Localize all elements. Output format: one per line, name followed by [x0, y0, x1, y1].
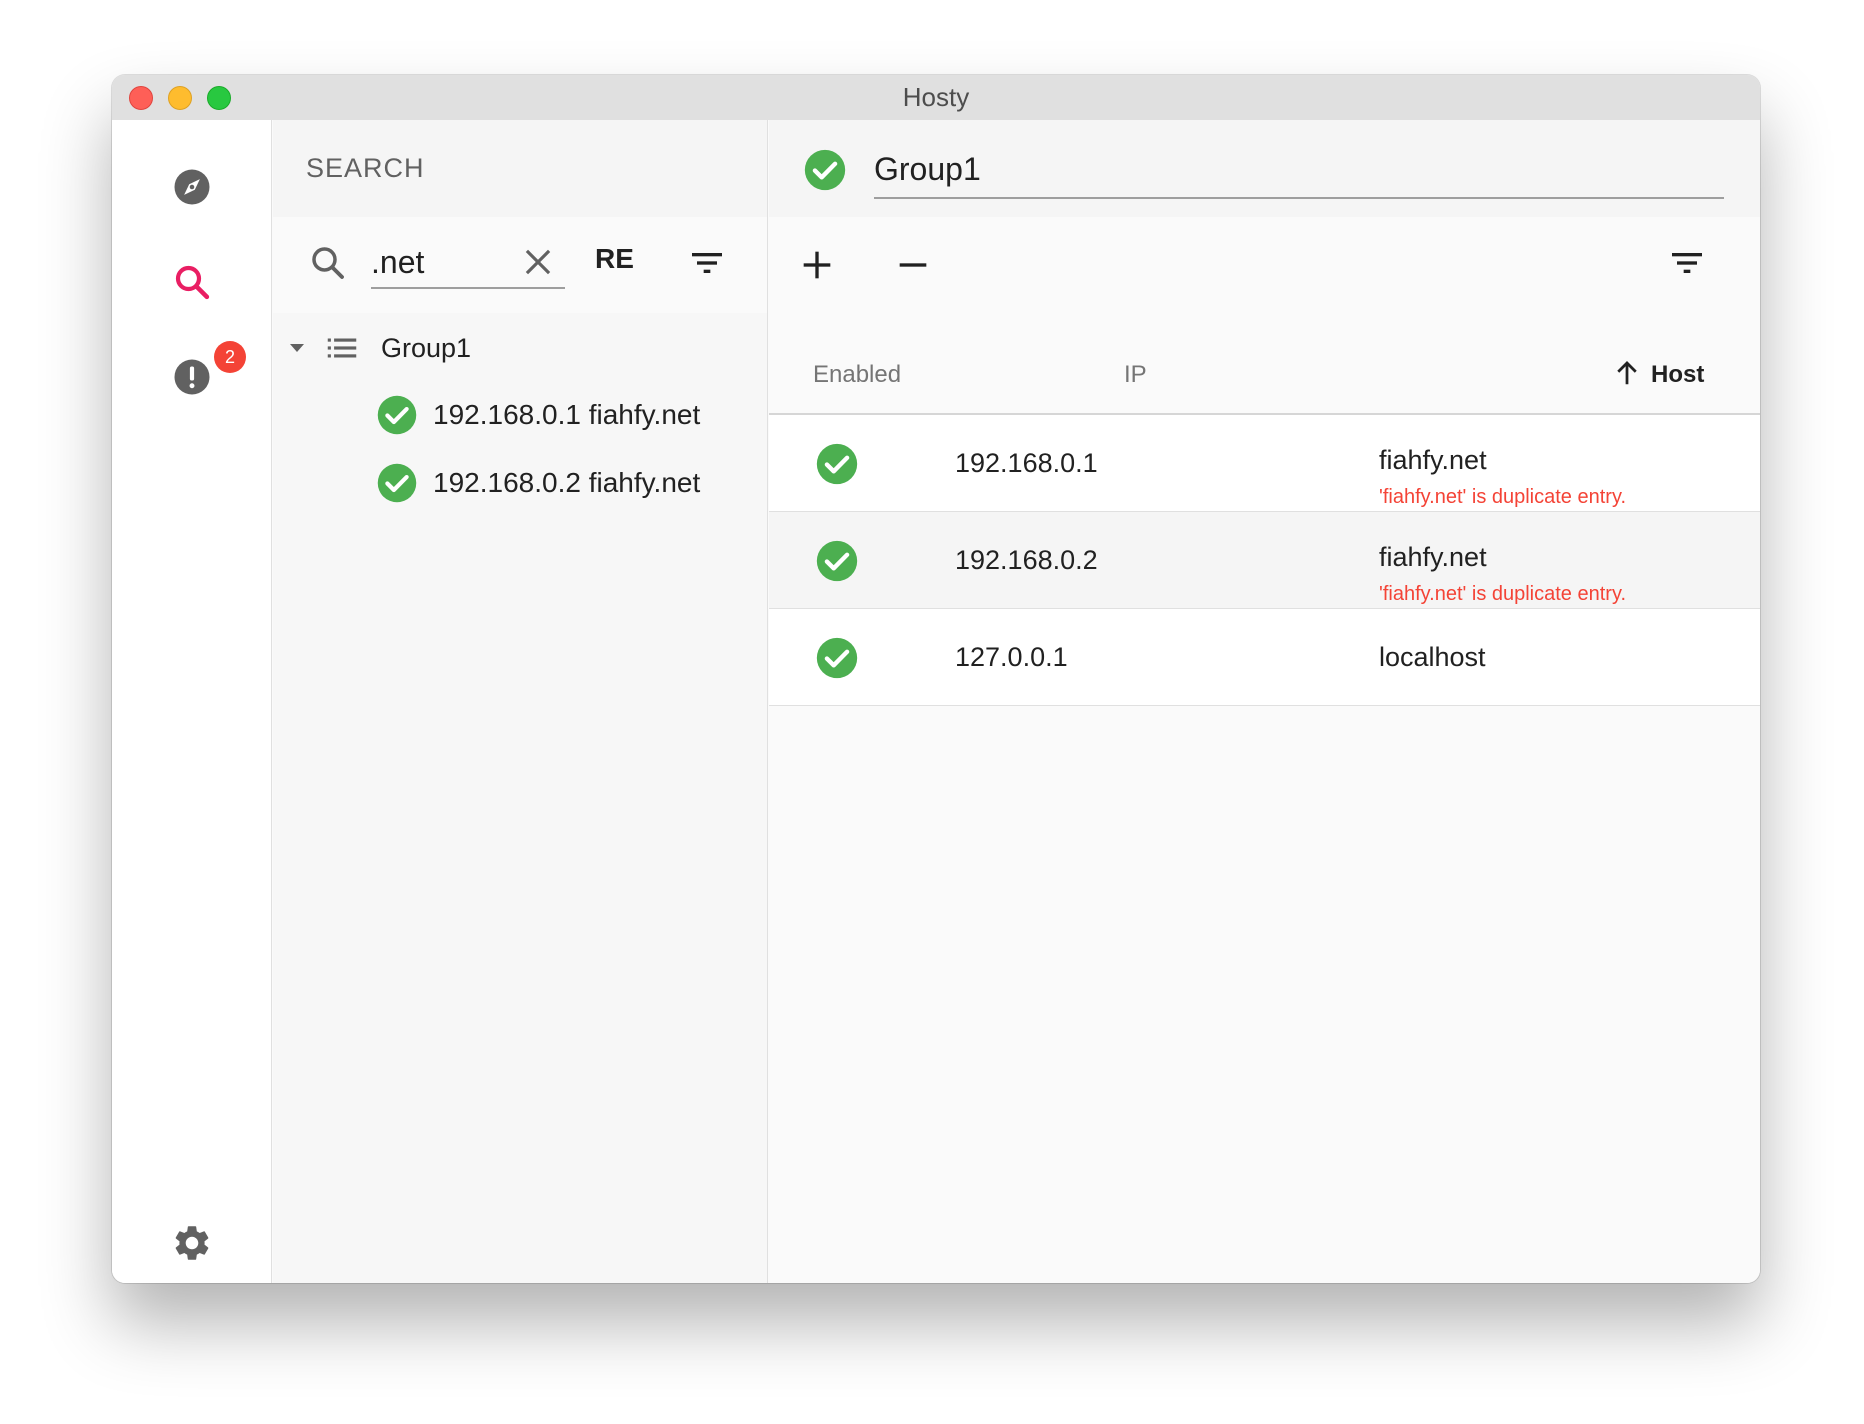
minus-icon [899, 263, 927, 267]
host-cell[interactable]: localhost [1379, 642, 1486, 673]
clear-search-icon[interactable] [519, 243, 557, 281]
gear-icon [175, 1226, 209, 1260]
table-row[interactable]: 127.0.0.1 localhost [769, 609, 1760, 706]
caret-down-icon[interactable] [285, 335, 309, 359]
group-enabled-check-icon[interactable] [803, 148, 847, 192]
search-nav-button[interactable] [150, 240, 234, 324]
remove-host-button[interactable] [883, 235, 943, 295]
settings-button[interactable] [150, 1201, 234, 1283]
host-cell[interactable]: fiahfy.net [1379, 542, 1487, 573]
tree-result-label: 192.168.0.2 fiahfy.net [433, 467, 701, 498]
title-bar[interactable]: Hosty [112, 75, 1760, 120]
tree-result-item[interactable]: 192.168.0.1 fiahfy.net [273, 381, 767, 449]
app-window: Hosty 2 SEARCH .net RE Group1 192.168.0.… [112, 75, 1760, 1283]
search-panel-title: SEARCH [306, 153, 425, 183]
column-header-enabled[interactable]: Enabled [813, 361, 901, 389]
search-icon [312, 247, 344, 279]
check-circle-icon[interactable] [815, 636, 859, 680]
close-window-button[interactable] [129, 86, 153, 110]
hosts-toolbar [769, 217, 1760, 313]
table-row[interactable]: 192.168.0.2 fiahfy.net 'fiahfy.net' is d… [769, 512, 1760, 609]
tree-group-row[interactable]: Group1 [273, 313, 767, 381]
activity-rail: 2 [112, 120, 272, 1283]
add-host-button[interactable] [787, 235, 847, 295]
search-panel-header: SEARCH [273, 120, 767, 217]
regex-toggle-button[interactable]: RE [595, 243, 634, 275]
filter-icon[interactable] [1667, 243, 1707, 283]
problems-count-badge: 2 [214, 341, 246, 373]
explorer-button[interactable] [150, 145, 234, 229]
check-circle-icon[interactable] [815, 442, 859, 486]
minimize-window-button[interactable] [168, 86, 192, 110]
host-error-message: 'fiahfy.net' is duplicate entry. [1379, 486, 1627, 508]
compass-icon [174, 169, 210, 205]
hosts-table-header: Enabled IP Host [769, 313, 1760, 415]
search-panel: SEARCH RE [273, 120, 768, 1283]
ip-cell[interactable]: 192.168.0.1 [955, 448, 1098, 479]
window-title: Hosty [902, 82, 970, 112]
column-header-ip[interactable]: IP [1124, 361, 1147, 389]
group-header [769, 120, 1760, 217]
search-field [371, 239, 565, 289]
problems-button[interactable]: 2 [150, 335, 246, 419]
host-cell[interactable]: fiahfy.net [1379, 445, 1487, 476]
column-header-host[interactable]: Host [1651, 361, 1704, 389]
hosts-table-body: 192.168.0.1 fiahfy.net 'fiahfy.net' is d… [769, 415, 1760, 706]
search-results-tree: Group1 192.168.0.1 fiahfy.net 192.168.0.… [273, 313, 767, 517]
host-error-message: 'fiahfy.net' is duplicate entry. [1379, 583, 1627, 605]
search-bar: RE [273, 217, 767, 313]
group-detail-panel: Enabled IP Host 192.168.0.1 fiahfy.net '… [769, 120, 1760, 1283]
alert-icon [174, 359, 210, 395]
group-name-input[interactable] [874, 142, 1724, 196]
maximize-window-button[interactable] [207, 86, 231, 110]
check-circle-icon[interactable] [815, 539, 859, 583]
plus-icon [803, 251, 831, 279]
tree-result-item[interactable]: 192.168.0.2 fiahfy.net [273, 449, 767, 517]
filter-icon[interactable] [687, 243, 727, 283]
search-input[interactable] [371, 239, 521, 285]
group-name-field [874, 142, 1724, 199]
check-circle-icon[interactable] [376, 462, 418, 504]
ip-cell[interactable]: 127.0.0.1 [955, 642, 1068, 673]
tree-group-label: Group1 [381, 333, 472, 363]
search-icon [175, 265, 210, 300]
table-row[interactable]: 192.168.0.1 fiahfy.net 'fiahfy.net' is d… [769, 415, 1760, 512]
tree-result-label: 192.168.0.1 fiahfy.net [433, 399, 701, 430]
sort-ascending-arrow-icon[interactable] [1612, 358, 1642, 388]
check-circle-icon[interactable] [376, 394, 418, 436]
ip-cell[interactable]: 192.168.0.2 [955, 545, 1098, 576]
list-icon [327, 338, 357, 358]
